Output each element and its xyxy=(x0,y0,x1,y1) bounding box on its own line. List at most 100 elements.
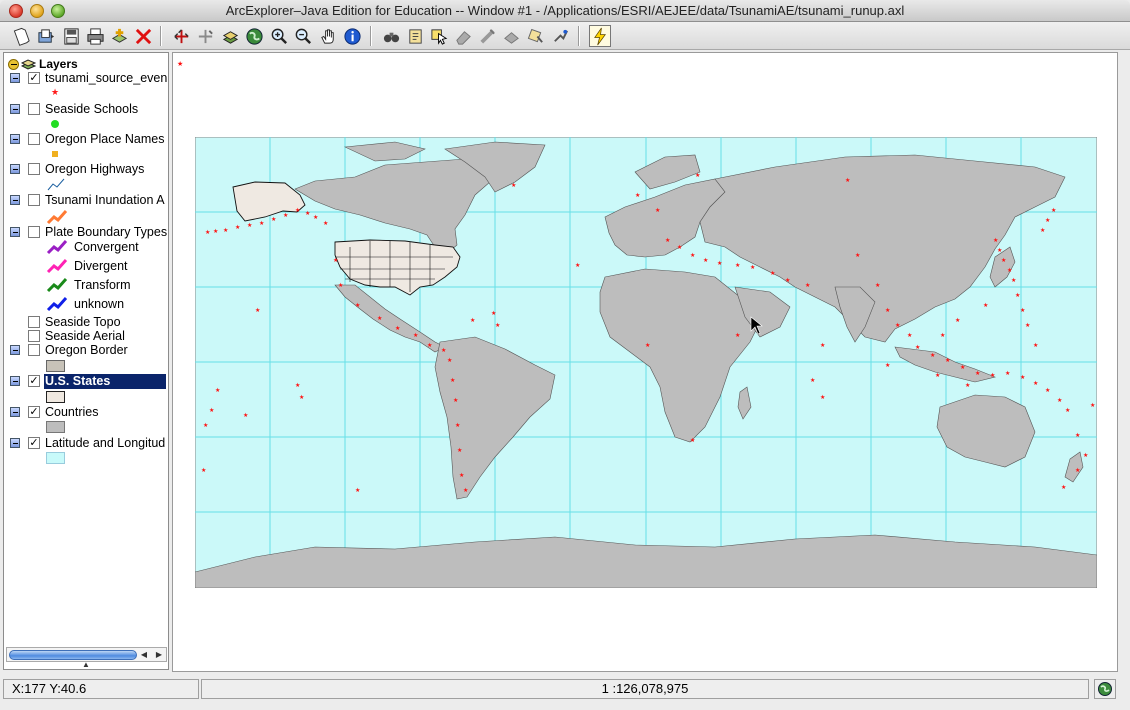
layer-visibility-checkbox[interactable] xyxy=(28,133,40,145)
measure-button[interactable] xyxy=(476,25,498,47)
new-map-button[interactable] xyxy=(10,25,32,47)
collapse-icon[interactable] xyxy=(10,195,20,205)
world-map[interactable]: ★ ★ ★ ★ ★ ★ ★★★ ★★★ ★★★ ★★★ ★★★ ★★★ ★★★ ★★★ … xyxy=(195,137,1097,588)
layer-row-tsunami-inundation[interactable]: Tsunami Inundation A xyxy=(4,193,168,208)
collapse-icon[interactable] xyxy=(10,164,20,174)
svg-text:★: ★ xyxy=(177,60,183,67)
buffer-button[interactable] xyxy=(500,25,522,47)
svg-text:★: ★ xyxy=(1057,397,1062,404)
map-scale-readout: 1 :126,078,975 xyxy=(201,679,1089,699)
svg-text:★: ★ xyxy=(235,224,240,231)
layer-row-countries[interactable]: ✓ Countries xyxy=(4,405,168,420)
legend-transform: Transform xyxy=(46,276,131,294)
layer-visibility-checkbox[interactable] xyxy=(28,330,40,342)
layer-row-oregon-border[interactable]: Oregon Border xyxy=(4,343,168,358)
layer-row-seaside-schools[interactable]: Seaside Schools xyxy=(4,102,168,117)
svg-text:★: ★ xyxy=(855,252,860,259)
svg-text:★: ★ xyxy=(459,472,464,479)
layer-row-oregon-place-names[interactable]: Oregon Place Names xyxy=(4,132,168,147)
zoom-in-button[interactable] xyxy=(268,25,290,47)
svg-text:★: ★ xyxy=(635,192,640,199)
layer-visibility-checkbox[interactable] xyxy=(28,103,40,115)
layer-name: Seaside Schools xyxy=(45,102,139,116)
layers-root[interactable]: Layers xyxy=(8,56,78,72)
zoom-out-icon xyxy=(295,28,311,44)
open-project-button[interactable] xyxy=(35,25,57,47)
add-layer-icon xyxy=(111,28,127,43)
divergent-zigzag-icon xyxy=(46,259,68,274)
layer-visibility-checkbox[interactable]: ✓ xyxy=(28,406,40,418)
title-bar: ArcExplorer–Java Edition for Education -… xyxy=(0,0,1130,22)
svg-text:★: ★ xyxy=(1015,292,1020,299)
layer-visibility-checkbox[interactable] xyxy=(28,344,40,356)
layer-visibility-checkbox[interactable]: ✓ xyxy=(28,72,40,84)
layer-visibility-checkbox[interactable]: ✓ xyxy=(28,437,40,449)
collapse-icon[interactable] xyxy=(10,227,20,237)
zoom-out-button[interactable] xyxy=(292,25,314,47)
inundation-zigzag-symbol-icon xyxy=(46,210,68,225)
convergent-zigzag-icon xyxy=(46,240,68,255)
layer-row-seaside-aerial[interactable]: Seaside Aerial xyxy=(4,329,168,344)
layer-row-oregon-highways[interactable]: Oregon Highways xyxy=(4,162,168,177)
zoom-full-extent-button[interactable] xyxy=(170,25,192,47)
svg-text:★: ★ xyxy=(895,322,900,329)
collapse-icon[interactable] xyxy=(10,438,20,448)
collapse-icon[interactable] xyxy=(10,134,20,144)
layer-row-us-states[interactable]: ✓ U.S. States xyxy=(4,374,168,389)
find-button[interactable] xyxy=(380,25,402,47)
svg-text:★: ★ xyxy=(845,177,850,184)
scrollbar-thumb[interactable] xyxy=(9,650,137,660)
layer-name: Seaside Aerial xyxy=(45,329,125,343)
collapse-icon[interactable] xyxy=(10,376,20,386)
hyperlink-button[interactable] xyxy=(549,25,571,47)
spatial-query-icon xyxy=(527,28,543,43)
spatial-query-button[interactable] xyxy=(524,25,546,47)
svg-text:★: ★ xyxy=(997,247,1002,254)
print-button[interactable] xyxy=(84,25,106,47)
layer-row-latlon[interactable]: ✓ Latitude and Longitud xyxy=(4,436,168,451)
svg-text:★: ★ xyxy=(1025,322,1030,329)
map-display[interactable]: ★ ★ ★ ★ ★ ★ ★ ★ ★ ★ ★ ★ ★ ★ ★ ★ ★ ★ ★ ★ ★ ★ ★ ★ ★ ★ ★ ★ ★ ★ … xyxy=(172,52,1118,672)
collapse-icon[interactable] xyxy=(10,104,20,114)
splitter-grip-icon[interactable]: ▲ xyxy=(82,660,90,669)
svg-text:★: ★ xyxy=(51,88,59,96)
save-project-button[interactable] xyxy=(60,25,82,47)
add-layer-button[interactable] xyxy=(108,25,130,47)
hotlink-button[interactable] xyxy=(589,25,611,47)
zoom-selected-button[interactable] xyxy=(219,25,241,47)
layer-visibility-checkbox[interactable]: ✓ xyxy=(28,375,40,387)
svg-text:★: ★ xyxy=(455,422,460,429)
clear-selection-button[interactable] xyxy=(452,25,474,47)
zoom-active-layer-button[interactable] xyxy=(194,25,216,47)
scroll-right-arrow-icon[interactable]: ▶ xyxy=(152,648,166,661)
query-builder-button[interactable] xyxy=(404,25,426,47)
pan-button[interactable] xyxy=(317,25,339,47)
layer-visibility-checkbox[interactable] xyxy=(28,194,40,206)
orange-dot-symbol-icon xyxy=(52,151,58,157)
collapse-icon[interactable] xyxy=(10,407,20,417)
svg-text:★: ★ xyxy=(935,372,940,379)
hyperlink-icon xyxy=(553,29,568,42)
layer-visibility-checkbox[interactable] xyxy=(28,226,40,238)
collapse-icon[interactable] xyxy=(10,345,20,355)
layer-visibility-checkbox[interactable] xyxy=(28,316,40,328)
oregon-border-swatch-icon xyxy=(46,360,65,372)
layer-row-seaside-topo[interactable]: Seaside Topo xyxy=(4,315,168,330)
layer-visibility-checkbox[interactable] xyxy=(28,163,40,175)
svg-text:★: ★ xyxy=(259,220,264,227)
collapse-icon[interactable] xyxy=(10,73,20,83)
svg-text:★: ★ xyxy=(945,357,950,364)
scroll-left-arrow-icon[interactable]: ◀ xyxy=(137,648,151,661)
collapse-toggle-icon[interactable] xyxy=(8,58,19,70)
select-features-button[interactable] xyxy=(428,25,450,47)
layer-name: U.S. States xyxy=(44,374,166,389)
main-toolbar xyxy=(0,22,1130,50)
red-star-symbol-icon: ★ xyxy=(51,88,59,96)
layer-row-tsunami[interactable]: ✓ tsunami_source_even xyxy=(4,71,168,86)
identify-button[interactable] xyxy=(341,25,363,47)
remove-layer-button[interactable] xyxy=(132,25,154,47)
svg-text:★: ★ xyxy=(975,370,980,377)
svg-text:★: ★ xyxy=(940,332,945,339)
svg-text:★: ★ xyxy=(1001,257,1006,264)
globe-button[interactable] xyxy=(243,25,265,47)
